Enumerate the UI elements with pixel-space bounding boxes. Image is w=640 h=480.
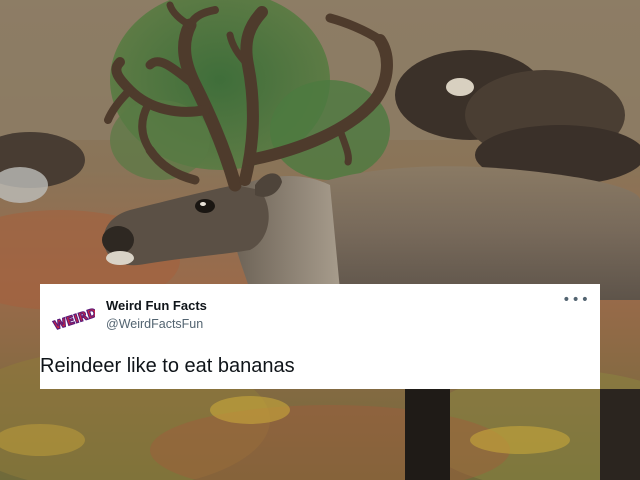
- reindeer-photo: [0, 0, 640, 480]
- author-handle[interactable]: @WeirdFactsFun: [106, 317, 203, 331]
- svg-text:WEIRD: WEIRD: [52, 305, 95, 332]
- more-horizontal-icon[interactable]: •••: [562, 292, 590, 308]
- author-name[interactable]: Weird Fun Facts: [106, 298, 207, 313]
- weird-logo-avatar: WEIRD: [51, 305, 95, 333]
- tweet-text: Reindeer like to eat bananas: [40, 355, 295, 377]
- tweet-card[interactable]: WEIRD Weird Fun Facts @WeirdFactsFun •••…: [40, 284, 600, 389]
